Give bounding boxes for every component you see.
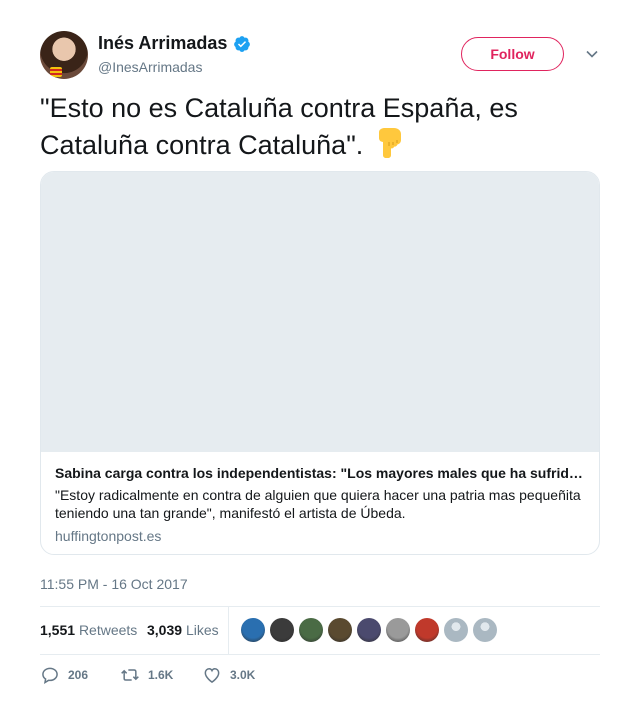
- retweet-count: 1.6K: [148, 668, 174, 682]
- flag-badge-icon: [50, 67, 62, 77]
- likes-stat[interactable]: 3,039 Likes: [147, 622, 219, 638]
- liker-avatar[interactable]: [444, 618, 468, 642]
- likes-count: 3,039: [147, 622, 183, 638]
- liker-avatars: [241, 618, 497, 642]
- author-handle[interactable]: @InesArrimadas: [98, 59, 202, 75]
- reply-icon: [42, 667, 58, 684]
- liker-avatar[interactable]: [328, 618, 352, 642]
- stats-divider: [228, 607, 229, 654]
- author-name[interactable]: Inés Arrimadas: [98, 33, 227, 54]
- liker-avatar[interactable]: [473, 618, 497, 642]
- card-title[interactable]: Sabina carga contra los independentistas…: [55, 465, 585, 481]
- tweet-text: "Esto no es Cataluña contra España, es C…: [40, 90, 600, 163]
- retweets-stat[interactable]: 1,551 Retweets: [40, 622, 137, 638]
- card-domain: huffingtonpost.es: [55, 528, 162, 544]
- liker-avatar[interactable]: [415, 618, 439, 642]
- pointing-down-hand-icon: [379, 128, 402, 158]
- tweet-timestamp[interactable]: 11:55 PM - 16 Oct 2017: [40, 576, 188, 592]
- like-action[interactable]: 3.0K: [202, 665, 255, 685]
- retweet-icon: [121, 669, 139, 681]
- card-description: "Estoy radicalmente en contra de alguien…: [55, 487, 581, 521]
- liker-avatar[interactable]: [270, 618, 294, 642]
- like-count: 3.0K: [230, 668, 256, 682]
- chevron-down-icon[interactable]: [585, 47, 599, 61]
- retweets-count: 1,551: [40, 622, 76, 638]
- reply-action[interactable]: 206: [40, 665, 88, 685]
- author-name-row: Inés Arrimadas: [98, 33, 251, 54]
- likes-label: Likes: [185, 622, 219, 638]
- liker-avatar[interactable]: [241, 618, 265, 642]
- reply-count: 206: [68, 668, 89, 682]
- heart-icon: [204, 667, 220, 683]
- author-avatar[interactable]: [40, 31, 88, 79]
- liker-avatar[interactable]: [386, 618, 410, 642]
- liker-avatar[interactable]: [299, 618, 323, 642]
- tweet-stats: 1,551 Retweets 3,039 Likes: [40, 606, 600, 655]
- link-card[interactable]: Sabina carga contra los independentistas…: [40, 171, 600, 555]
- verified-badge-icon: [234, 35, 251, 52]
- liker-avatar[interactable]: [357, 618, 381, 642]
- retweets-label: Retweets: [78, 622, 138, 638]
- tweet-text-content: "Esto no es Cataluña contra España, es C…: [40, 93, 518, 160]
- retweet-action[interactable]: 1.6K: [120, 665, 173, 685]
- card-image[interactable]: [41, 172, 599, 452]
- follow-button[interactable]: Follow: [461, 37, 564, 71]
